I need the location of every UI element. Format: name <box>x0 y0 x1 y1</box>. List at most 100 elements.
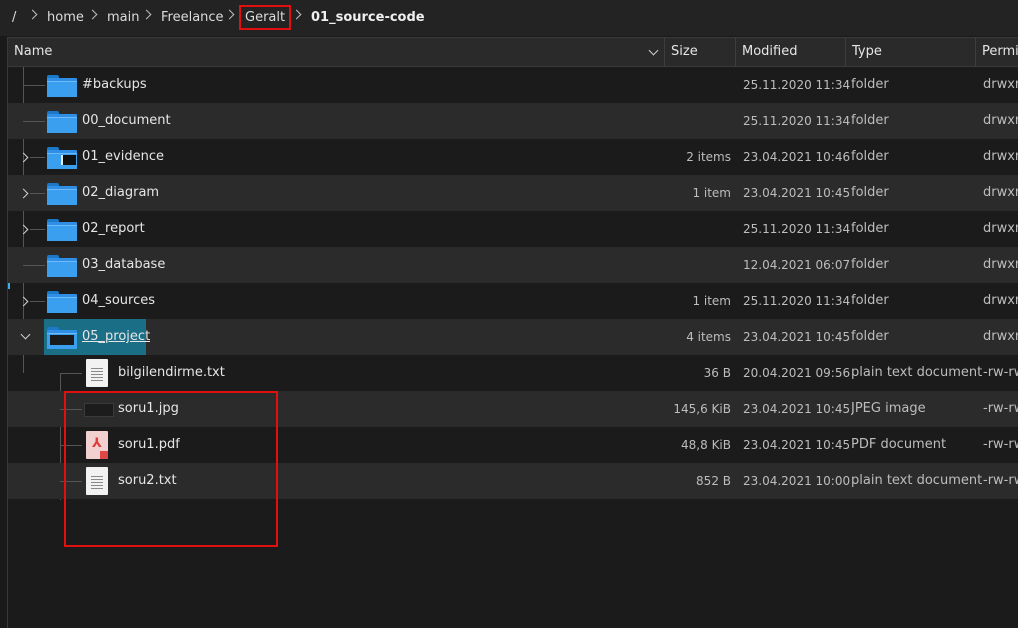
chevron-right-icon <box>291 9 302 20</box>
item-permissions: -rw-rw <box>983 473 1018 488</box>
item-size: 145,6 KiB <box>673 402 731 416</box>
list-item[interactable]: 02_diagram 1 item 23.04.2021 10:45 folde… <box>8 175 1018 211</box>
item-type: folder <box>851 149 889 164</box>
item-size <box>665 67 731 103</box>
breadcrumb-root[interactable]: / <box>12 10 16 25</box>
item-type: folder <box>851 77 889 92</box>
folder-icon <box>47 111 77 133</box>
list-item[interactable]: 01_evidence 2 items 23.04.2021 10:46 fol… <box>8 139 1018 175</box>
item-permissions: drwxrw <box>983 113 1018 128</box>
annotation-highlight-box <box>239 5 291 30</box>
breadcrumb-current[interactable]: 01_source-code <box>311 10 425 25</box>
annotation-highlight-box <box>64 391 278 547</box>
item-modified: 23.04.2021 10:45 <box>743 330 851 344</box>
item-name: 02_report <box>82 221 145 236</box>
tree-branch <box>30 301 45 302</box>
item-modified: 23.04.2021 10:45 <box>743 186 851 200</box>
column-modified-label: Modified <box>742 44 798 59</box>
item-size: 852 B <box>696 474 731 488</box>
list-item[interactable]: #backups 25.11.2020 11:34 folder drwxrw <box>8 67 1018 103</box>
chevron-right-icon <box>224 9 235 20</box>
breadcrumb-main[interactable]: main <box>107 10 139 25</box>
item-permissions: drwxrw <box>983 221 1018 236</box>
chevron-right-icon[interactable] <box>18 296 29 307</box>
item-name: 00_document <box>82 113 171 128</box>
breadcrumb-home[interactable]: home <box>47 10 84 25</box>
list-item[interactable]: 00_document 25.11.2020 11:34 folder drwx… <box>8 103 1018 139</box>
item-modified: 12.04.2021 06:07 <box>743 258 851 272</box>
item-modified: 23.04.2021 10:46 <box>743 150 851 164</box>
item-type: folder <box>851 113 889 128</box>
item-permissions: -rw-rw <box>983 401 1018 416</box>
column-type[interactable]: Type <box>846 38 976 66</box>
item-name: 02_diagram <box>82 185 160 200</box>
chevron-right-icon <box>27 9 38 20</box>
item-permissions: drwxrw <box>983 77 1018 92</box>
column-header: Name Size Modified Type Permis <box>8 38 1018 67</box>
breadcrumb-freelance[interactable]: Freelance <box>161 10 224 25</box>
column-modified[interactable]: Modified <box>736 38 846 66</box>
item-modified: 23.04.2021 10:45 <box>743 438 851 452</box>
item-name: 05_project <box>82 329 151 344</box>
tree-branch <box>60 373 82 374</box>
chevron-right-icon <box>141 9 152 20</box>
folder-icon <box>47 183 77 205</box>
list-item[interactable]: 02_report 25.11.2020 11:34 folder drwxrw <box>8 211 1018 247</box>
tree-branch <box>23 85 45 86</box>
item-size: 36 B <box>703 366 731 380</box>
folder-icon <box>47 291 77 313</box>
item-permissions: drwxrw <box>983 329 1018 344</box>
column-type-label: Type <box>852 44 882 59</box>
item-modified: 23.04.2021 10:45 <box>743 402 851 416</box>
item-type: folder <box>851 293 889 308</box>
item-size: 48,8 KiB <box>681 438 731 452</box>
tree-branch <box>23 265 45 266</box>
list-item-selected[interactable]: 05_project 4 items 23.04.2021 10:45 fold… <box>8 319 1018 355</box>
breadcrumb: / home main Freelance Geralt 01_source-c… <box>0 0 1018 36</box>
item-type: plain text document <box>851 473 983 488</box>
item-type: folder <box>851 185 889 200</box>
item-size: 4 items <box>686 330 731 344</box>
chevron-right-icon[interactable] <box>18 224 29 235</box>
item-type: JPEG image <box>851 401 926 416</box>
column-size[interactable]: Size <box>665 38 736 66</box>
column-permissions[interactable]: Permis <box>976 38 1018 66</box>
item-modified: 25.11.2020 11:34 <box>743 78 851 92</box>
item-name: 01_evidence <box>82 149 164 164</box>
chevron-right-icon[interactable] <box>18 152 29 163</box>
column-size-label: Size <box>671 44 698 59</box>
folder-icon <box>47 255 77 277</box>
item-name: 03_database <box>82 257 166 272</box>
list-item[interactable]: 04_sources 1 item 25.11.2020 11:34 folde… <box>8 283 1018 319</box>
item-type: folder <box>851 221 889 236</box>
chevron-down-icon[interactable] <box>20 329 31 340</box>
item-permissions: drwxrw <box>983 149 1018 164</box>
item-size: 2 items <box>686 150 731 164</box>
item-type: PDF document <box>851 437 947 452</box>
item-type: plain text document <box>851 365 983 380</box>
item-size: 1 item <box>692 186 731 200</box>
tree-branch <box>30 229 45 230</box>
item-size <box>665 247 731 283</box>
list-item[interactable]: 03_database 12.04.2021 06:07 folder drwx… <box>8 247 1018 283</box>
tree-branch <box>30 157 45 158</box>
item-type: folder <box>851 329 889 344</box>
column-name[interactable]: Name <box>8 38 665 66</box>
item-modified: 25.11.2020 11:34 <box>743 294 851 308</box>
item-name: bilgilendirme.txt <box>118 365 225 380</box>
list-item[interactable]: bilgilendirme.txt 36 B 20.04.2021 09:56 … <box>8 355 1018 391</box>
item-name: 04_sources <box>82 293 155 308</box>
item-permissions: drwxrw <box>983 185 1018 200</box>
item-permissions: -rw-rw <box>983 437 1018 452</box>
item-size <box>665 211 731 247</box>
chevron-right-icon[interactable] <box>18 188 29 199</box>
tree-branch <box>23 121 45 122</box>
column-name-label: Name <box>14 44 53 59</box>
item-size <box>665 103 731 139</box>
item-permissions: -rw-rw <box>983 365 1018 380</box>
item-type: folder <box>851 257 889 272</box>
item-permissions: drwxrw <box>983 257 1018 272</box>
folder-icon <box>47 327 77 349</box>
item-modified: 25.11.2020 11:34 <box>743 222 851 236</box>
item-name: #backups <box>82 77 147 92</box>
